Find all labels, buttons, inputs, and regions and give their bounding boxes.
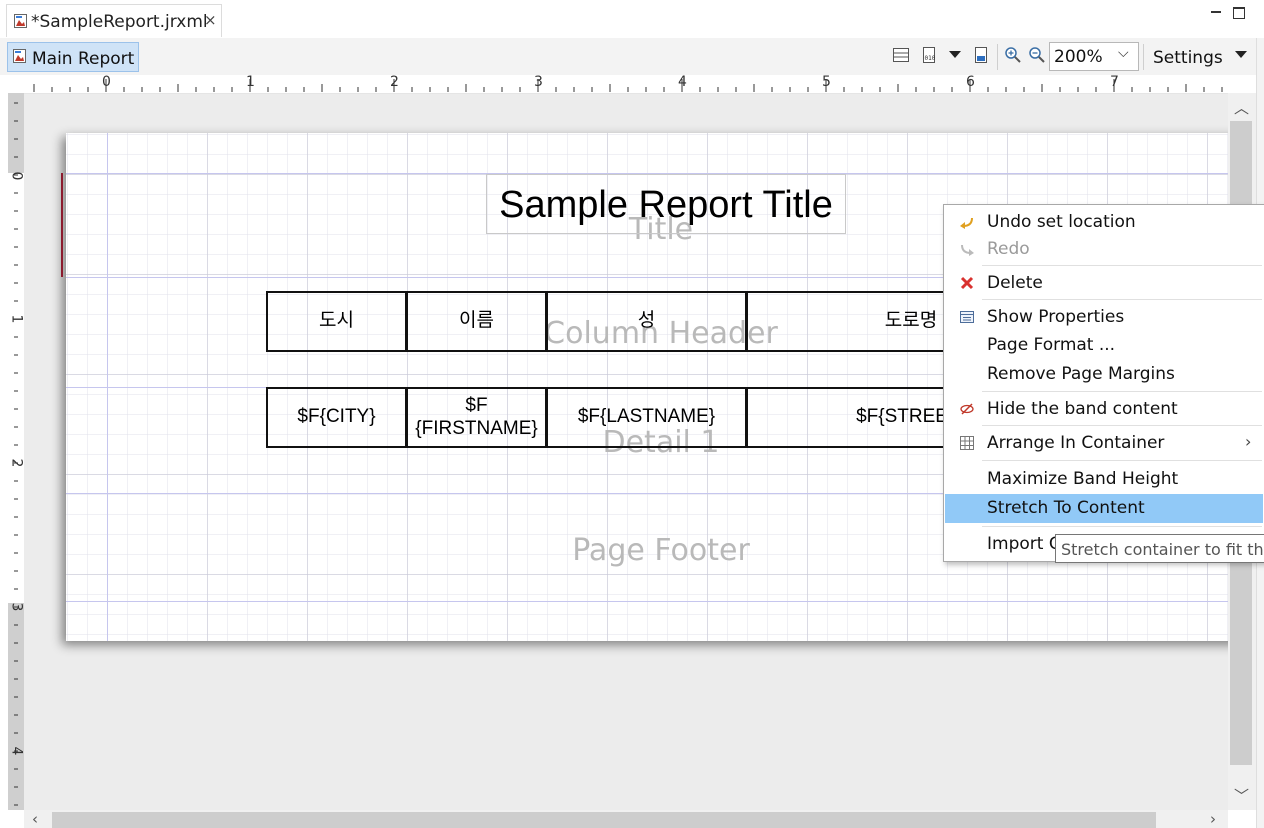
menu-item-show-properties[interactable]: Show Properties bbox=[945, 303, 1263, 332]
designer-toolbar: Main Report 010 200% ⌵ Settings bbox=[0, 38, 1264, 75]
menu-separator bbox=[982, 425, 1262, 426]
export-icon[interactable] bbox=[972, 46, 990, 64]
zoom-in-icon[interactable] bbox=[1004, 46, 1022, 64]
ruler-number: 1 bbox=[246, 74, 255, 90]
ruler-number: 0 bbox=[8, 171, 25, 181]
svg-text:010: 010 bbox=[925, 55, 936, 62]
editor-tab-bar: *SampleReport.jrxml × bbox=[0, 0, 1264, 39]
ruler-number: 4 bbox=[8, 746, 25, 756]
ruler-number: 4 bbox=[678, 74, 687, 90]
undo-icon bbox=[960, 217, 973, 229]
menu-separator bbox=[982, 391, 1262, 392]
chevron-down-icon[interactable] bbox=[949, 51, 961, 58]
main-report-button[interactable]: Main Report bbox=[7, 42, 139, 72]
report-file-icon bbox=[13, 49, 26, 63]
menu-item-label: Stretch To Content bbox=[987, 498, 1145, 518]
ruler-number: 2 bbox=[390, 74, 399, 90]
chevron-down-icon[interactable]: ⌵ bbox=[1118, 45, 1129, 61]
detail-field-cell[interactable]: $F{LASTNAME} bbox=[546, 387, 747, 448]
menu-item-label: Show Properties bbox=[987, 307, 1125, 327]
menu-item-label: Arrange In Container bbox=[987, 433, 1165, 453]
zoom-value: 200% bbox=[1054, 47, 1103, 67]
ruler-number: 1 bbox=[8, 314, 25, 324]
hide-icon bbox=[960, 403, 974, 415]
ruler-number: 7 bbox=[1110, 74, 1119, 90]
scroll-up-icon[interactable]: ︿ bbox=[1234, 97, 1249, 118]
ruler-ticks bbox=[33, 79, 1223, 92]
selection-marker bbox=[61, 173, 63, 277]
band-label-page-footer: Page Footer bbox=[572, 533, 750, 568]
zoom-out-icon[interactable] bbox=[1028, 46, 1046, 64]
chevron-down-icon[interactable] bbox=[1235, 51, 1247, 58]
tooltip: Stretch container to fit th bbox=[1055, 534, 1264, 563]
vertical-ruler: 0 1 2 3 4 bbox=[0, 93, 24, 810]
submenu-arrow-icon: › bbox=[1245, 432, 1252, 451]
delete-icon bbox=[960, 276, 974, 290]
report-title-textfield[interactable]: Sample Report Title bbox=[486, 174, 846, 234]
menu-item-label: Delete bbox=[987, 273, 1043, 293]
ruler-number: 3 bbox=[8, 602, 25, 612]
close-icon[interactable]: × bbox=[204, 11, 217, 29]
report-file-icon bbox=[14, 14, 27, 28]
menu-item-remove-page-margins[interactable]: Remove Page Margins bbox=[945, 360, 1263, 389]
menu-item-label: Undo set location bbox=[987, 212, 1136, 232]
menu-separator bbox=[982, 460, 1262, 461]
settings-button[interactable]: Settings bbox=[1153, 48, 1223, 68]
main-report-label: Main Report bbox=[32, 49, 135, 69]
menu-item-label: Page Format ... bbox=[987, 335, 1116, 355]
properties-icon bbox=[960, 311, 974, 323]
horizontal-scroll-thumb[interactable] bbox=[52, 812, 1156, 828]
data-view-icon[interactable]: 010 bbox=[920, 46, 938, 64]
column-header-cell[interactable]: 이름 bbox=[406, 291, 547, 352]
menu-item-page-format[interactable]: Page Format ... bbox=[945, 331, 1263, 360]
editor-tab[interactable]: *SampleReport.jrxml × bbox=[6, 4, 222, 37]
menu-item-redo[interactable]: Redo bbox=[945, 235, 1263, 264]
ruler-number: 3 bbox=[534, 74, 543, 90]
scroll-right-icon[interactable]: › bbox=[1210, 810, 1216, 828]
ruler-number: 6 bbox=[966, 74, 975, 90]
toolbar-separator bbox=[1143, 44, 1144, 70]
menu-separator bbox=[982, 526, 1262, 527]
layout-icon[interactable] bbox=[892, 46, 910, 64]
menu-item-hide-band-content[interactable]: Hide the band content bbox=[945, 395, 1263, 424]
menu-item-maximize-band-height[interactable]: Maximize Band Height bbox=[945, 465, 1263, 494]
ruler-number: 5 bbox=[822, 74, 831, 90]
zoom-select[interactable]: 200% ⌵ bbox=[1049, 42, 1139, 71]
scroll-down-icon[interactable]: ﹀ bbox=[1234, 785, 1249, 806]
detail-field-cell[interactable]: $F {FIRSTNAME} bbox=[406, 387, 547, 448]
ruler-ticks bbox=[14, 102, 18, 806]
menu-item-label: Redo bbox=[987, 239, 1030, 259]
menu-item-label: Remove Page Margins bbox=[987, 364, 1175, 384]
editor-tab-label: *SampleReport.jrxml bbox=[31, 12, 208, 32]
detail-field-cell[interactable]: $F{CITY} bbox=[266, 387, 407, 448]
maximize-icon[interactable] bbox=[1233, 7, 1245, 19]
menu-item-arrange-in-container[interactable]: Arrange In Container › bbox=[945, 429, 1263, 458]
toolbar-separator bbox=[997, 44, 998, 70]
column-header-cell[interactable]: 도시 bbox=[266, 291, 407, 352]
redo-icon bbox=[961, 244, 974, 256]
menu-separator bbox=[982, 265, 1262, 266]
menu-item-undo[interactable]: Undo set location bbox=[945, 208, 1263, 237]
menu-item-delete[interactable]: Delete bbox=[945, 269, 1263, 298]
ruler-number: 0 bbox=[102, 74, 111, 90]
menu-item-label: Hide the band content bbox=[987, 399, 1178, 419]
ruler-number: 2 bbox=[8, 458, 25, 468]
menu-item-label: Maximize Band Height bbox=[987, 469, 1179, 489]
menu-item-label: Import C bbox=[987, 534, 1061, 554]
grid-icon bbox=[960, 436, 974, 450]
context-menu: Undo set location Redo Delete Show Prope… bbox=[943, 204, 1264, 562]
scroll-left-icon[interactable]: ‹ bbox=[32, 810, 38, 828]
tooltip-text: Stretch container to fit th bbox=[1061, 540, 1264, 559]
menu-item-stretch-to-content[interactable]: Stretch To Content bbox=[945, 494, 1263, 523]
horizontal-scrollbar[interactable]: ‹ › bbox=[24, 810, 1228, 828]
menu-separator bbox=[982, 299, 1262, 300]
minimize-icon[interactable] bbox=[1209, 4, 1223, 18]
report-title-text: Sample Report Title bbox=[499, 184, 833, 226]
horizontal-ruler: 0 1 2 3 4 5 6 7 bbox=[24, 74, 1228, 94]
band-boundary[interactable] bbox=[66, 601, 1228, 602]
column-header-cell[interactable]: 성 bbox=[546, 291, 747, 352]
